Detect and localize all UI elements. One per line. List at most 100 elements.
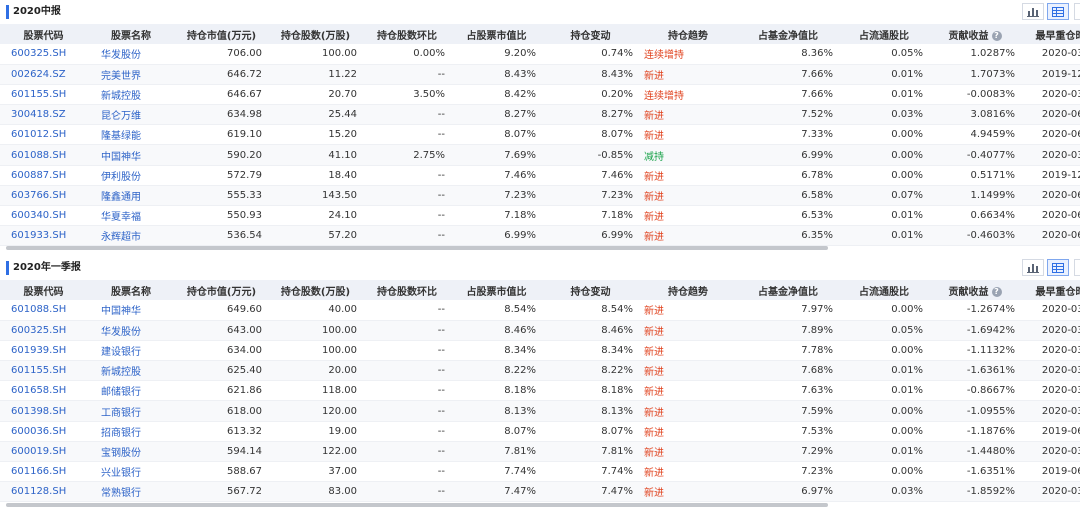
stock-name-link[interactable]: 隆鑫通用 — [87, 185, 175, 207]
stock-name-link[interactable]: 隆基绿能 — [87, 124, 175, 146]
stock-name-link[interactable]: 工商银行 — [87, 400, 175, 422]
stock-code-link[interactable]: 601088.SH — [0, 300, 87, 321]
column-header[interactable]: 股票代码 — [0, 280, 87, 300]
stock-code-link[interactable]: 601166.SH — [0, 461, 87, 483]
column-header[interactable]: 贡献收益? — [929, 280, 1021, 300]
table-row[interactable]: 601088.SH 中国神华 590.20 41.10 2.75% 7.69% -0.85%… — [0, 144, 1080, 166]
column-header[interactable]: 股票名称 — [87, 280, 175, 300]
stock-name-link[interactable]: 伊利股份 — [87, 165, 175, 186]
column-header[interactable]: 持仓趋势 — [639, 24, 737, 44]
stock-code-link[interactable]: 601155.SH — [0, 360, 87, 382]
stock-code-link[interactable]: 601155.SH — [0, 84, 87, 106]
help-icon[interactable]: ? — [991, 30, 1002, 41]
column-header[interactable]: 持仓市值(万元) — [175, 280, 268, 300]
stock-code-link[interactable]: 002624.SZ — [0, 64, 87, 85]
chart-view-button[interactable] — [1022, 259, 1044, 276]
stock-name-link[interactable]: 宝钢股份 — [87, 441, 175, 463]
stock-name-link[interactable]: 常熟银行 — [87, 481, 175, 503]
column-header[interactable]: 最早重仓时间 — [1021, 280, 1080, 300]
table-view-button[interactable] — [1047, 3, 1069, 20]
column-header[interactable]: 占流通股比 — [839, 24, 929, 44]
scrollbar-thumb[interactable] — [6, 503, 828, 507]
table-row[interactable]: 601155.SH 新城控股 646.67 20.70 3.50% 8.42% 0.20% 连… — [0, 84, 1080, 106]
column-header[interactable]: 持仓变动 — [542, 280, 639, 300]
stock-code-link[interactable]: 601939.SH — [0, 340, 87, 362]
column-header[interactable]: 持仓股数环比 — [363, 24, 451, 44]
stock-name-link[interactable]: 昆仑万维 — [87, 104, 175, 126]
stock-code-link[interactable]: 603766.SH — [0, 185, 87, 207]
stock-name-link[interactable]: 邮储银行 — [87, 380, 175, 402]
first-heavy-date-cell: 2020-06-30 — [1021, 104, 1080, 126]
stock-code-link[interactable]: 600887.SH — [0, 165, 87, 186]
column-header[interactable]: 持仓股数(万股) — [268, 24, 363, 44]
stock-name-link[interactable]: 华发股份 — [87, 320, 175, 341]
column-header[interactable]: 占流通股比 — [839, 280, 929, 300]
table-row[interactable]: 601933.SH 永辉超市 536.54 57.20 -- 6.99% 6.99% 新进 6.… — [0, 225, 1080, 247]
column-header[interactable]: 持仓变动 — [542, 24, 639, 44]
table-row[interactable]: 601658.SH 邮储银行 621.86 118.00 -- 8.18% 8.18% 新进 7… — [0, 380, 1080, 402]
stock-code-link[interactable]: 600325.SH — [0, 44, 87, 65]
column-header[interactable]: 占股票市值比 — [451, 24, 542, 44]
stock-name-link[interactable]: 新城控股 — [87, 84, 175, 106]
column-header[interactable]: 贡献收益? — [929, 24, 1021, 44]
stock-code-link[interactable]: 601398.SH — [0, 400, 87, 422]
column-header[interactable]: 股票名称 — [87, 24, 175, 44]
column-header[interactable]: 最早重仓时间 — [1021, 24, 1080, 44]
table-row[interactable]: 601128.SH 常熟银行 567.72 83.00 -- 7.47% 7.47% 新进 6.… — [0, 481, 1080, 503]
export-button[interactable] — [1074, 3, 1080, 20]
table-row[interactable]: 601012.SH 隆基绿能 619.10 15.20 -- 8.07% 8.07% 新进 7.… — [0, 124, 1080, 146]
stock-code-link[interactable]: 600036.SH — [0, 421, 87, 442]
position-change-cell: 7.18% — [542, 205, 639, 227]
table-row[interactable]: 601398.SH 工商银行 618.00 120.00 -- 8.13% 8.13% 新进 7… — [0, 400, 1080, 422]
table-view-button[interactable] — [1047, 259, 1069, 276]
column-header[interactable]: 占基金净值比 — [737, 24, 839, 44]
help-icon[interactable]: ? — [991, 286, 1002, 297]
table-row[interactable]: 300418.SZ 昆仑万维 634.98 25.44 -- 8.27% 8.27% 新进 7.… — [0, 104, 1080, 126]
table-row[interactable]: 600340.SH 华夏幸福 550.93 24.10 -- 7.18% 7.18% 新进 6.… — [0, 205, 1080, 227]
horizontal-scrollbar[interactable] — [6, 503, 1080, 507]
table-row[interactable]: 600019.SH 宝钢股份 594.14 122.00 -- 7.81% 7.81% 新进 7… — [0, 441, 1080, 463]
stock-name-link[interactable]: 建设银行 — [87, 340, 175, 362]
stock-name-link[interactable]: 新城控股 — [87, 360, 175, 382]
column-header[interactable]: 占股票市值比 — [451, 280, 542, 300]
table-row[interactable]: 601166.SH 兴业银行 588.67 37.00 -- 7.74% 7.74% 新进 7.… — [0, 461, 1080, 483]
stock-code-link[interactable]: 600340.SH — [0, 205, 87, 227]
stock-code-link[interactable]: 600325.SH — [0, 320, 87, 341]
table-row[interactable]: 603766.SH 隆鑫通用 555.33 143.50 -- 7.23% 7.23% 新进 6… — [0, 185, 1080, 207]
market-value-cell: 625.40 — [175, 360, 268, 382]
column-header[interactable]: 持仓股数环比 — [363, 280, 451, 300]
table-row[interactable]: 601939.SH 建设银行 634.00 100.00 -- 8.34% 8.34% 新进 7… — [0, 340, 1080, 362]
export-button[interactable] — [1074, 259, 1080, 276]
table-row[interactable]: 600887.SH 伊利股份 572.79 18.40 -- 7.46% 7.46% 新进 6.… — [0, 165, 1080, 186]
table-row[interactable]: 600325.SH 华发股份 706.00 100.00 0.00% 9.20% 0.74%… — [0, 44, 1080, 65]
market-value-cell: 646.67 — [175, 84, 268, 106]
column-header[interactable]: 占基金净值比 — [737, 280, 839, 300]
stock-name-link[interactable]: 中国神华 — [87, 300, 175, 321]
table-row[interactable]: 601155.SH 新城控股 625.40 20.00 -- 8.22% 8.22% 新进 7.… — [0, 360, 1080, 382]
stock-code-link[interactable]: 601933.SH — [0, 225, 87, 247]
stock-name-link[interactable]: 完美世界 — [87, 64, 175, 85]
stock-code-link[interactable]: 601658.SH — [0, 380, 87, 402]
table-row[interactable]: 002624.SZ 完美世界 646.72 11.22 -- 8.43% 8.43% 新进 7.… — [0, 64, 1080, 85]
stock-code-link[interactable]: 601128.SH — [0, 481, 87, 503]
stock-name-link[interactable]: 招商银行 — [87, 421, 175, 442]
stock-code-link[interactable]: 600019.SH — [0, 441, 87, 463]
column-header[interactable]: 持仓趋势 — [639, 280, 737, 300]
stock-code-link[interactable]: 601088.SH — [0, 144, 87, 166]
scrollbar-thumb[interactable] — [6, 246, 828, 250]
stock-code-link[interactable]: 300418.SZ — [0, 104, 87, 126]
table-row[interactable]: 600036.SH 招商银行 613.32 19.00 -- 8.07% 8.07% 新进 7.… — [0, 421, 1080, 442]
stock-name-link[interactable]: 永辉超市 — [87, 225, 175, 247]
stock-code-link[interactable]: 601012.SH — [0, 124, 87, 146]
column-header[interactable]: 股票代码 — [0, 24, 87, 44]
column-header[interactable]: 持仓市值(万元) — [175, 24, 268, 44]
horizontal-scrollbar[interactable] — [6, 246, 1080, 250]
stock-name-link[interactable]: 兴业银行 — [87, 461, 175, 483]
table-row[interactable]: 600325.SH 华发股份 643.00 100.00 -- 8.46% 8.46% 新进 7… — [0, 320, 1080, 341]
stock-name-link[interactable]: 华发股份 — [87, 44, 175, 65]
stock-name-link[interactable]: 中国神华 — [87, 144, 175, 166]
table-row[interactable]: 601088.SH 中国神华 649.60 40.00 -- 8.54% 8.54% 新进 7.… — [0, 300, 1080, 321]
chart-view-button[interactable] — [1022, 3, 1044, 20]
stock-name-link[interactable]: 华夏幸福 — [87, 205, 175, 227]
column-header[interactable]: 持仓股数(万股) — [268, 280, 363, 300]
